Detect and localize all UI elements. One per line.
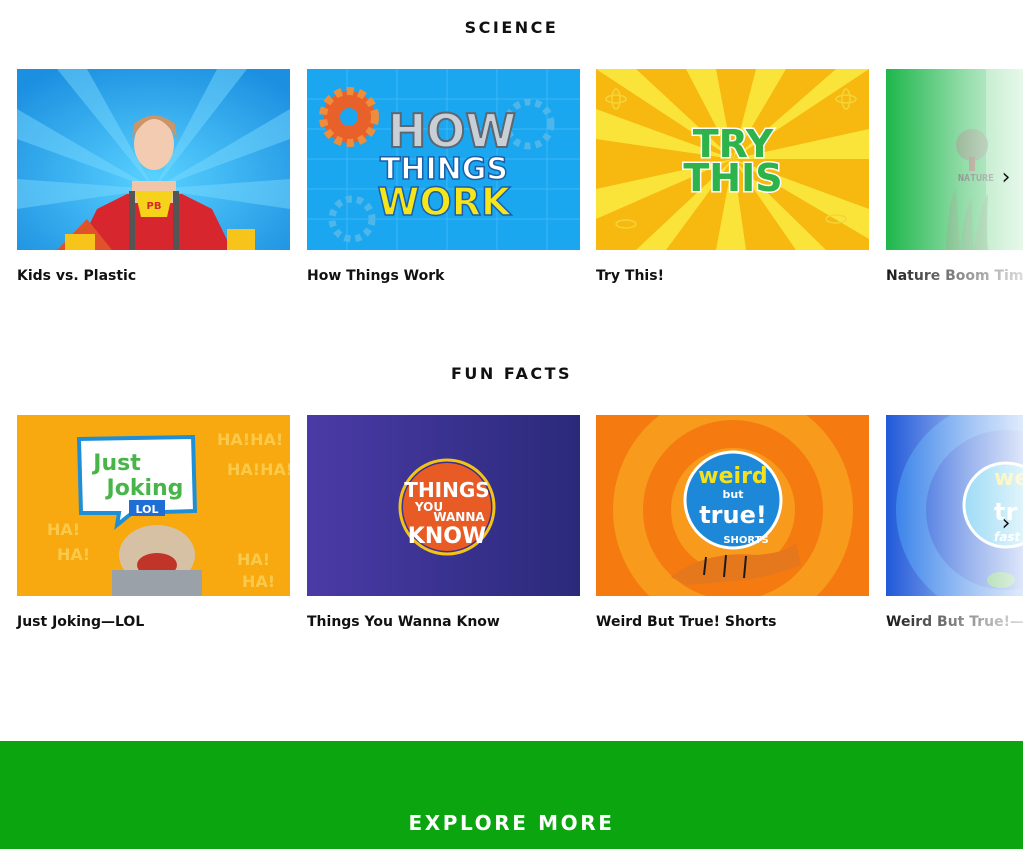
card-title[interactable]: Weird But True!—Fas [886,614,1023,630]
card-title[interactable]: How Things Work [307,268,607,284]
nature-text: NATURE [958,173,994,184]
work-text: WORK [378,180,512,224]
explore-more-band: EXPLORE MORE [0,741,1023,849]
pb-badge-text: PB [147,201,162,212]
svg-text:HA!: HA! [47,520,80,539]
card-how-things-work[interactable]: HOW THINGS WORK How Things Work [307,69,580,299]
svg-text:HA!HA!: HA!HA! [227,460,290,479]
thumbnail-weird-but-true-shorts[interactable]: weird but true! SHORTS [596,415,869,596]
thumbnail-kids-vs-plastic[interactable]: PB [17,69,290,250]
card-title[interactable]: Try This! [596,268,896,284]
card-things-you-wanna-know[interactable]: THINGS YOU WANNA KNOW Things You Wanna K… [307,415,580,645]
thumbnail-just-joking-lol[interactable]: HA!HA! HA!HA! HA! HA! HA! HA! Just Joking L… [17,415,290,596]
card-title[interactable]: Kids vs. Plastic [17,268,317,284]
chevron-right-icon[interactable]: › [995,513,1017,535]
thumbnail-try-this[interactable]: TRY THIS [596,69,869,250]
section-title-science: SCIENCE [464,18,559,37]
card-just-joking-lol[interactable]: HA!HA! HA!HA! HA! HA! HA! HA! Just Joking L… [17,415,290,645]
chevron-right-icon[interactable]: › [995,167,1017,189]
wanna-text: WANNA [433,510,485,524]
card-title[interactable]: Things You Wanna Know [307,614,607,630]
explore-more-link[interactable]: EXPLORE MORE [0,811,1023,835]
card-kids-vs-plastic[interactable]: PB Kids vs. Plastic [17,69,290,299]
section-title-fun-facts: FUN FACTS [450,364,573,383]
fun-facts-carousel: HA!HA! HA!HA! HA! HA! HA! HA! Just Joking L… [0,415,1023,655]
card-title[interactable]: Nature Boom Time V [886,268,1023,284]
card-weird-but-true-shorts[interactable]: weird but true! SHORTS Weird But True! S… [596,415,869,645]
thumbnail-how-things-work[interactable]: HOW THINGS WORK [307,69,580,250]
svg-text:HA!: HA! [242,572,275,591]
thumbnail-weird-but-true-fast[interactable]: we tr fast [886,415,1023,596]
weird-text: we [994,466,1023,491]
svg-text:HA!: HA! [57,545,90,564]
joking-text: Joking [105,476,184,501]
just-text: Just [91,451,141,476]
things-text: THINGS [404,478,489,502]
card-title[interactable]: Just Joking—LOL [17,614,317,630]
know-text: KNOW [408,524,486,549]
card-try-this[interactable]: TRY THIS Try This! [596,69,869,299]
true-text: true! [699,501,767,529]
weird-text: weird [698,464,767,489]
but-text: but [723,488,744,501]
science-carousel: PB Kids vs. Plastic HOW THINGS WORK How … [0,69,1023,309]
lol-text: LOL [136,503,159,516]
svg-text:HA!: HA! [237,550,270,569]
card-title[interactable]: Weird But True! Shorts [596,614,896,630]
thumbnail-things-you-wanna-know[interactable]: THINGS YOU WANNA KNOW [307,415,580,596]
thumbnail-nature-boom-time[interactable]: NATURE [886,69,1023,250]
shorts-text: SHORTS [723,535,768,546]
this-text: THIS [683,156,782,200]
svg-text:HA!HA!: HA!HA! [217,430,283,449]
how-text: HOW [388,104,516,158]
